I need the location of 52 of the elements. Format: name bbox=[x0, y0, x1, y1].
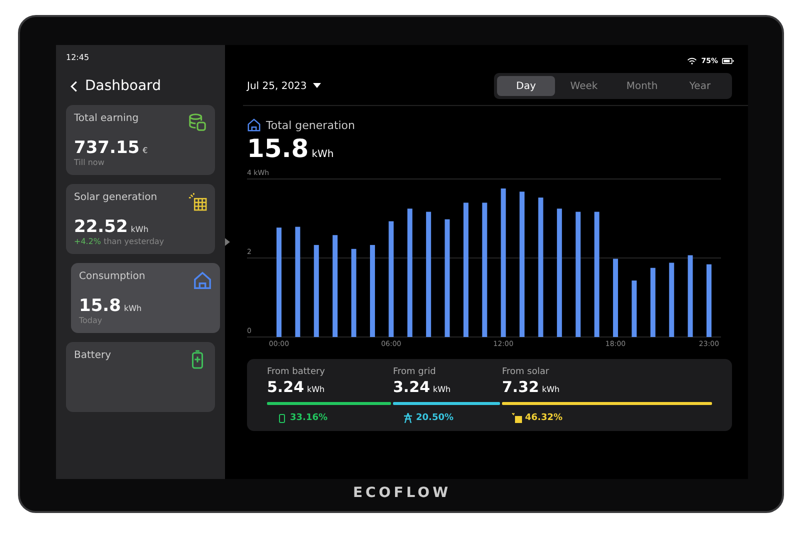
summary-card[interactable]: Total earning 737.15 € Till now bbox=[66, 105, 216, 175]
battery-icon bbox=[722, 58, 734, 64]
card-note: Today bbox=[79, 316, 102, 325]
card-title: Battery bbox=[74, 350, 112, 361]
share-percent: 20.50% bbox=[416, 413, 454, 423]
card-note: Till now bbox=[74, 158, 104, 167]
generation-title: Total generation bbox=[266, 118, 356, 132]
period-tab[interactable]: Year bbox=[671, 76, 729, 96]
summary-card[interactable]: Solar generation 22.52 kWh +4.2% than yesterday bbox=[66, 184, 216, 254]
date-dropdown[interactable]: Jul 25, 2023 bbox=[247, 80, 321, 92]
summary-card[interactable]: Battery bbox=[66, 342, 216, 412]
battery-icon bbox=[277, 413, 287, 423]
card-unit: kWh bbox=[130, 225, 148, 234]
source-label: From battery bbox=[267, 367, 326, 377]
source-value: 5.24 bbox=[267, 378, 304, 396]
share-percent: 46.32% bbox=[525, 413, 562, 423]
source-label: From grid bbox=[393, 367, 437, 377]
source-value: 3.24 bbox=[393, 378, 430, 396]
pylon-icon bbox=[403, 413, 413, 423]
card-unit: kWh bbox=[124, 304, 142, 313]
page-title: Dashboard bbox=[85, 78, 161, 94]
period-tab[interactable]: Day bbox=[497, 76, 555, 96]
card-value: 15.8 bbox=[79, 296, 121, 316]
source-unit: kWh bbox=[307, 385, 325, 394]
card-note: than yesterday bbox=[102, 237, 164, 246]
wifi-icon bbox=[687, 57, 698, 65]
card-title: Consumption bbox=[79, 271, 146, 282]
house-icon bbox=[247, 118, 261, 132]
summary-card[interactable]: Consumption 15.8 kWh Today bbox=[71, 263, 220, 333]
chart-bar bbox=[632, 280, 637, 337]
coins-icon bbox=[188, 113, 208, 132]
house-icon bbox=[193, 271, 212, 290]
generation-unit: kWh bbox=[312, 149, 334, 160]
card-value: 737.15 bbox=[74, 138, 140, 158]
period-tab[interactable]: Month bbox=[613, 76, 671, 96]
back-icon[interactable] bbox=[70, 80, 78, 92]
change-percent: +4.2% bbox=[74, 237, 102, 246]
card-title: Total earning bbox=[74, 113, 139, 124]
card-title: Solar generation bbox=[74, 192, 158, 203]
card-unit: € bbox=[142, 146, 148, 155]
card-value: 22.52 bbox=[74, 217, 128, 237]
source-unit: kWh bbox=[433, 385, 451, 394]
source-value: 7.32 bbox=[502, 378, 540, 396]
brand-logo: ECOFLOW bbox=[352, 485, 452, 501]
caret-icon bbox=[312, 83, 321, 88]
chart-bar bbox=[650, 268, 656, 337]
generation-value: 15.8 bbox=[247, 134, 309, 163]
period-tab[interactable]: Week bbox=[555, 76, 613, 96]
status-time: 12:45 bbox=[66, 53, 90, 62]
share-percent: 33.16% bbox=[290, 413, 328, 423]
source-label: From solar bbox=[502, 367, 550, 377]
source-unit: kWh bbox=[542, 385, 560, 394]
